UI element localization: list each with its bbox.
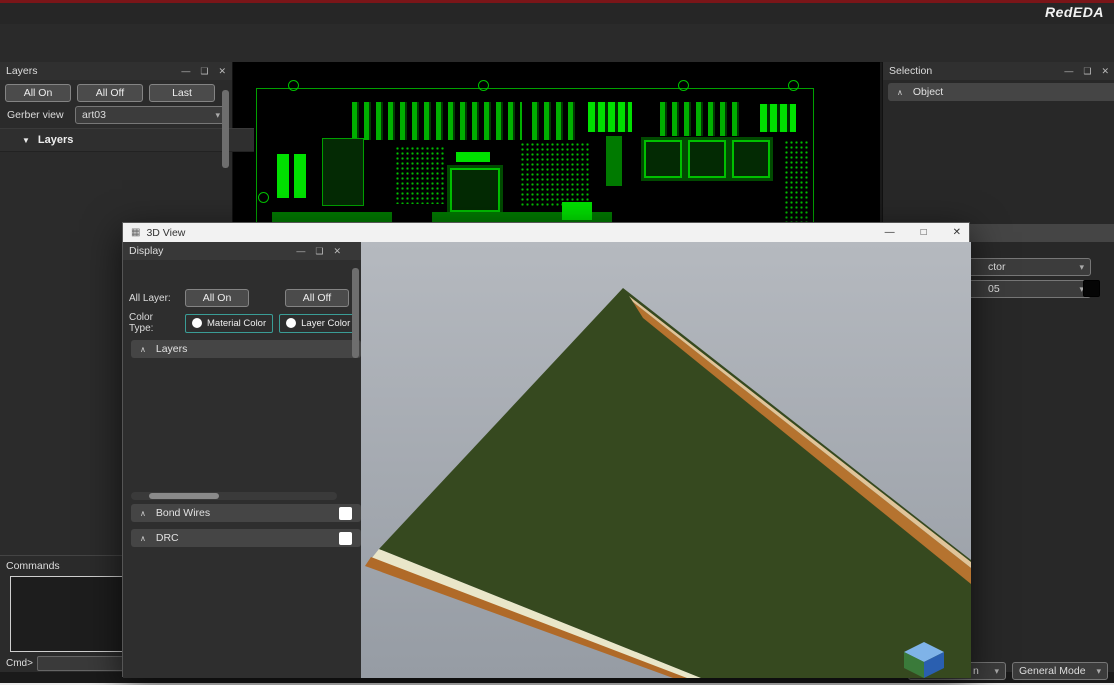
component-row <box>352 102 522 140</box>
radio-icon <box>286 318 296 328</box>
close-icon[interactable]: ✕ <box>1101 66 1109 77</box>
mode-value: General Mode <box>1019 665 1086 677</box>
radio-icon <box>192 318 202 328</box>
material-color-label: Material Color <box>207 318 266 329</box>
axis-cube[interactable] <box>896 640 952 678</box>
qfp-component <box>644 140 682 178</box>
bond-wires-section-header[interactable]: ∧ Bond Wires <box>131 504 361 522</box>
bga-grid <box>520 142 590 206</box>
layers-section-title: Layers <box>38 134 73 146</box>
qfp-component <box>688 140 726 178</box>
toolbar-draw <box>0 43 1114 63</box>
layers-section-header[interactable]: ▼ Layers <box>0 128 254 152</box>
mounting-hole <box>478 80 489 91</box>
bond-wires-title: Bond Wires <box>156 507 210 519</box>
close-icon[interactable]: ✕ <box>953 227 961 238</box>
component-row <box>760 104 796 132</box>
minimize-icon[interactable]: — <box>1064 66 1073 76</box>
object-section-header[interactable]: ∧ Object <box>888 83 1114 101</box>
close-icon[interactable]: ✕ <box>333 246 341 257</box>
restore-icon[interactable]: ❑ <box>315 246 323 257</box>
app-screen: RedEDA Layers — <box>0 0 1114 685</box>
app-logo: RedEDA <box>1045 4 1104 20</box>
selection-panel-titlebar: Selection — ❑ ✕ <box>883 62 1114 80</box>
chevron-down-icon: ▾ <box>994 666 999 677</box>
chevron-down-icon: ▼ <box>22 136 30 145</box>
restore-icon[interactable]: ❑ <box>1083 66 1091 77</box>
component-row <box>532 102 578 140</box>
ic-component <box>322 138 364 206</box>
display-all-off-button[interactable]: All Off <box>285 289 349 307</box>
bond-wires-checkbox[interactable] <box>339 507 352 520</box>
restore-icon[interactable]: ❑ <box>200 66 208 77</box>
layers-3d-section-title: Layers <box>156 343 188 355</box>
mounting-hole <box>678 80 689 91</box>
layers-all-on-button[interactable]: All On <box>5 84 71 102</box>
material-color-radio[interactable]: Material Color <box>185 314 273 333</box>
3d-view-titlebar[interactable]: ▦ 3D View — □ ✕ <box>123 223 969 242</box>
component <box>562 202 592 220</box>
chevron-up-icon: ∧ <box>897 88 903 97</box>
maximize-icon[interactable]: □ <box>921 227 927 238</box>
layer-color-swatch[interactable] <box>1083 280 1100 297</box>
chevron-down-icon: ▾ <box>1079 262 1084 273</box>
close-icon[interactable]: ✕ <box>218 66 226 77</box>
layers-last-button[interactable]: Last <box>149 84 215 102</box>
qfp-component <box>732 140 770 178</box>
component-row <box>588 102 632 132</box>
layers-panel-title: Layers <box>6 65 38 77</box>
component <box>294 154 306 198</box>
3d-board-render <box>361 242 971 678</box>
table-hscrollbar[interactable] <box>131 492 337 500</box>
minimize-icon[interactable]: — <box>885 227 895 238</box>
3d-view-title: 3D View <box>146 227 185 239</box>
drc-checkbox[interactable] <box>339 532 352 545</box>
gerber-view-label: Gerber view <box>7 109 75 121</box>
mode-select[interactable]: General Mode ▾ <box>1012 662 1108 680</box>
layers-panel-titlebar: Layers — ❑ ✕ <box>0 62 232 80</box>
selection-panel-title: Selection <box>889 65 932 77</box>
layers-all-off-button[interactable]: All Off <box>77 84 143 102</box>
mounting-hole <box>788 80 799 91</box>
all-layer-label: All Layer: <box>129 293 179 304</box>
gerber-view-select[interactable]: art03 ▾ <box>75 106 227 124</box>
chevron-up-icon: ∧ <box>140 509 146 518</box>
minimize-icon[interactable]: — <box>181 66 190 76</box>
bga-grid <box>395 146 445 204</box>
display-title: Display <box>129 245 163 257</box>
component <box>606 136 622 186</box>
display-all-on-button[interactable]: All On <box>185 289 249 307</box>
chevron-down-icon: ▾ <box>215 110 220 121</box>
mounting-hole <box>288 80 299 91</box>
3d-view-window: ▦ 3D View — □ ✕ Display — ❑ ✕ All Layer: <box>122 222 970 677</box>
mounting-hole <box>258 192 269 203</box>
layers-3d-section-header[interactable]: ∧ Layers <box>131 340 361 358</box>
menubar <box>0 3 1114 24</box>
color-type-label: Color Type: <box>129 312 179 334</box>
toolbar-main <box>0 24 1114 43</box>
minimize-icon[interactable]: — <box>296 246 305 256</box>
chevron-down-icon: ▾ <box>1096 666 1101 677</box>
drc-title: DRC <box>156 532 179 544</box>
layers-scrollbar[interactable] <box>222 90 229 168</box>
component-row <box>660 102 744 136</box>
layer-color-radio[interactable]: Layer Color <box>279 314 357 333</box>
display-titlebar: Display — ❑ ✕ <box>123 242 361 260</box>
window-icon: ▦ <box>131 227 140 238</box>
gerber-view-value: art03 <box>82 109 106 121</box>
component <box>456 152 490 162</box>
object-section-title: Object <box>913 86 943 98</box>
command-prompt-label: Cmd> <box>6 658 33 669</box>
chevron-up-icon: ∧ <box>140 345 146 354</box>
chevron-up-icon: ∧ <box>140 534 146 543</box>
display-panel: Display — ❑ ✕ All Layer: All On All Off … <box>123 242 361 678</box>
layer-color-label: Layer Color <box>301 318 350 329</box>
drc-section-header[interactable]: ∧ DRC <box>131 529 361 547</box>
component <box>277 154 289 198</box>
display-scrollbar[interactable] <box>352 268 359 358</box>
3d-viewport[interactable] <box>361 242 971 678</box>
qfp-component <box>450 168 500 212</box>
